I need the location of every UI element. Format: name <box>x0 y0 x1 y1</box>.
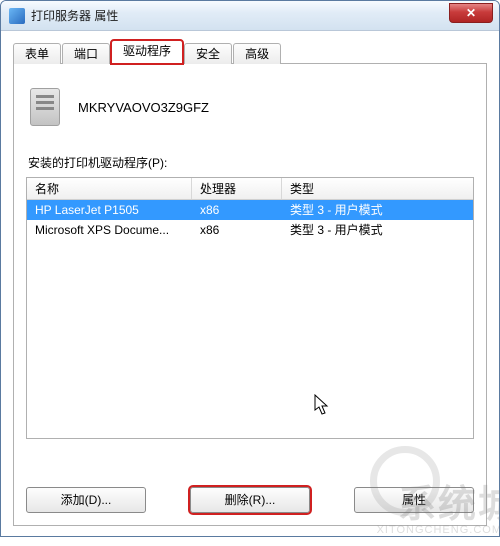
cell-type: 类型 3 - 用户模式 <box>282 200 473 220</box>
tabstrip: 表单 端口 驱动程序 安全 高级 <box>13 39 487 64</box>
server-name: MKRYVAOVO3Z9GFZ <box>78 100 209 115</box>
titlebar[interactable]: 打印服务器 属性 ✕ <box>1 1 499 31</box>
tab-forms[interactable]: 表单 <box>13 43 61 64</box>
server-row: MKRYVAOVO3Z9GFZ <box>30 88 474 126</box>
tab-content: MKRYVAOVO3Z9GFZ 安装的打印机驱动程序(P): 名称 处理器 类型… <box>13 64 487 526</box>
column-processor[interactable]: 处理器 <box>192 178 282 199</box>
properties-button[interactable]: 属性 <box>354 487 474 513</box>
cell-name: HP LaserJet P1505 <box>27 200 192 220</box>
cell-name: Microsoft XPS Docume... <box>27 220 192 240</box>
cell-processor: x86 <box>192 220 282 240</box>
add-button[interactable]: 添加(D)... <box>26 487 146 513</box>
driver-list-label: 安装的打印机驱动程序(P): <box>28 154 474 171</box>
tab-drivers[interactable]: 驱动程序 <box>111 40 183 64</box>
driver-listview[interactable]: 名称 处理器 类型 HP LaserJet P1505 x86 类型 3 - 用… <box>26 177 474 439</box>
cell-processor: x86 <box>192 200 282 220</box>
column-type[interactable]: 类型 <box>282 178 473 199</box>
list-item[interactable]: Microsoft XPS Docume... x86 类型 3 - 用户模式 <box>27 220 473 240</box>
column-name[interactable]: 名称 <box>27 178 192 199</box>
button-row: 添加(D)... 删除(R)... 属性 <box>26 487 474 513</box>
properties-window: 打印服务器 属性 ✕ 表单 端口 驱动程序 安全 高级 MKRYVAOVO3Z9… <box>0 0 500 537</box>
tab-advanced[interactable]: 高级 <box>233 43 281 64</box>
tab-security[interactable]: 安全 <box>184 43 232 64</box>
cell-type: 类型 3 - 用户模式 <box>282 220 473 240</box>
server-icon <box>30 88 60 126</box>
listview-header[interactable]: 名称 处理器 类型 <box>27 178 473 200</box>
client-area: 表单 端口 驱动程序 安全 高级 MKRYVAOVO3Z9GFZ 安装的打印机驱… <box>1 31 499 536</box>
close-button[interactable]: ✕ <box>449 3 493 23</box>
list-item[interactable]: HP LaserJet P1505 x86 类型 3 - 用户模式 <box>27 200 473 220</box>
printer-icon <box>9 8 25 24</box>
window-title: 打印服务器 属性 <box>31 7 118 24</box>
remove-button[interactable]: 删除(R)... <box>190 487 310 513</box>
tab-ports[interactable]: 端口 <box>62 43 110 64</box>
